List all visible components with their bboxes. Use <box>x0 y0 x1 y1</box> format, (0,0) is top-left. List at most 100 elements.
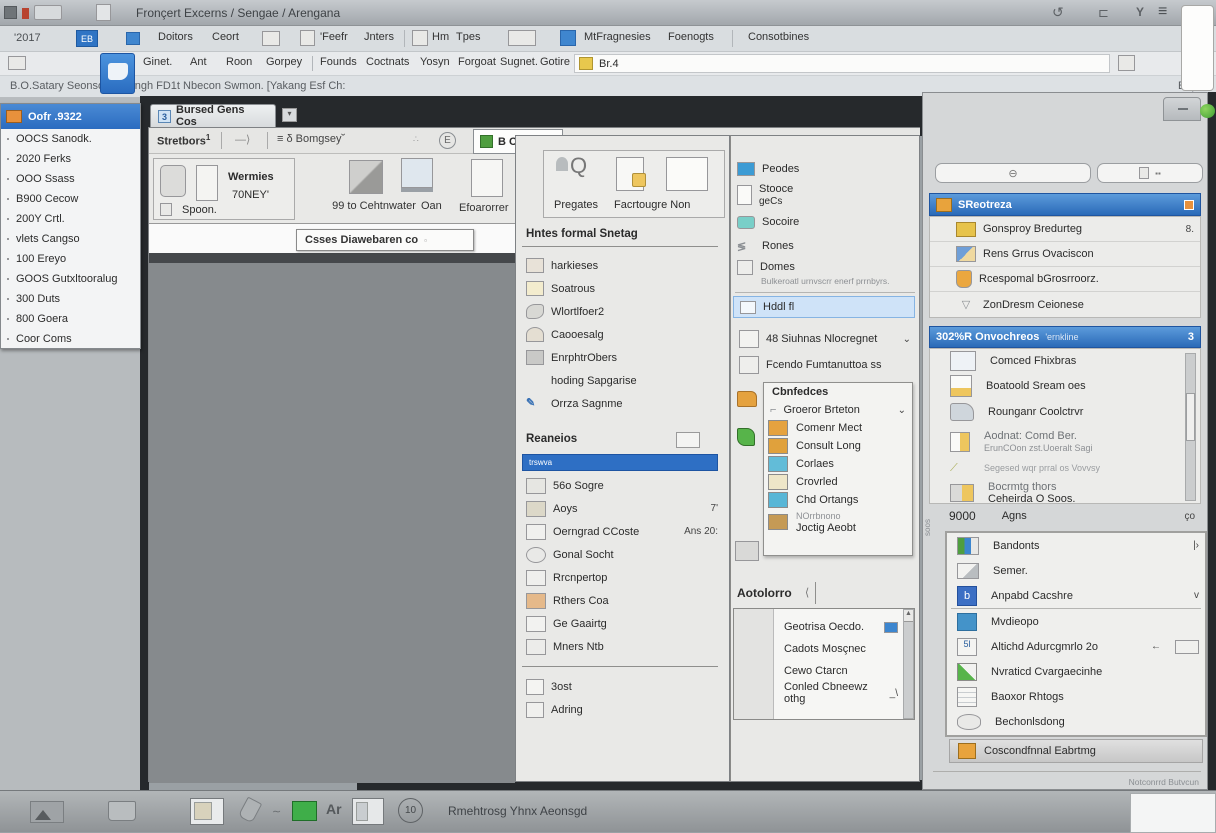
app-grid-icon[interactable] <box>4 6 17 19</box>
list-item[interactable]: 3ost <box>520 676 720 698</box>
group2-item[interactable]: Comced Fhixbras <box>930 349 1200 373</box>
group2-item[interactable]: Boatoold Sream oes› <box>930 373 1200 399</box>
color-option[interactable]: Comenr Mect <box>764 419 912 437</box>
menu-item[interactable]: Consotbines <box>748 31 809 43</box>
selected-option[interactable]: Hddl fl <box>733 296 915 318</box>
tray-box[interactable] <box>1130 793 1216 833</box>
search-field[interactable]: ⊖ <box>935 163 1091 183</box>
list-item[interactable]: 56o Sogre <box>520 474 724 497</box>
menu-icon[interactable]: ≡ <box>1158 3 1167 21</box>
group2-header[interactable]: 302%R Onvochreos 'ernkline 3 <box>929 326 1201 348</box>
color-option[interactable]: Consult Long <box>764 437 912 455</box>
ribbon-item[interactable]: Forgoat <box>458 56 496 68</box>
formula-bar[interactable]: Br.4 <box>574 54 1110 73</box>
scrollbar[interactable]: ▲ <box>903 609 914 719</box>
group3-item[interactable]: Baoxor Rhtogs <box>947 684 1205 709</box>
dropdown-select[interactable]: ⌐Groeror Brteton⌄ <box>764 401 912 419</box>
group1-item[interactable]: Rcespomal bGrosrroorz. <box>930 267 1200 292</box>
option-item[interactable]: Peodes <box>731 158 919 180</box>
redo-icon[interactable]: ⊏ <box>1098 5 1109 21</box>
list-item[interactable]: Wlortlfoer2 <box>520 300 720 323</box>
table-app-icon[interactable] <box>352 798 384 825</box>
green-app-icon[interactable] <box>292 801 317 821</box>
page-turn-icon[interactable] <box>349 160 383 194</box>
bag-icon[interactable] <box>160 165 186 197</box>
menu-item[interactable]: Foenogts <box>668 31 714 43</box>
list-item[interactable]: ✎Orrza Sagnme <box>520 392 720 415</box>
group3-item[interactable]: Bandonts|› <box>947 533 1205 558</box>
sheet-canvas[interactable] <box>149 263 515 783</box>
calc-icon[interactable] <box>1118 55 1135 71</box>
sidebar-item[interactable]: 2020 Ferks <box>1 149 140 169</box>
group3-item[interactable]: bAnpabd Cacshrev <box>947 583 1205 608</box>
ribbon-item[interactable]: Sugnet. <box>500 56 538 68</box>
list-item[interactable]: harkieses <box>520 254 720 277</box>
menu-item[interactable]: Jnters <box>364 31 394 43</box>
ribbon-item[interactable]: Ginet. <box>143 56 172 68</box>
list-item[interactable]: Gonal Socht <box>520 543 724 566</box>
sidebar-item[interactable]: OOCS Sanodk. <box>1 129 140 149</box>
clipboard-icon[interactable] <box>8 56 26 70</box>
ribbon-item[interactable]: Ant <box>190 56 207 68</box>
ribbon-item[interactable]: Roon <box>226 56 252 68</box>
menu-item[interactable]: Hm <box>432 31 449 43</box>
minimize-button[interactable] <box>1163 97 1201 121</box>
undo-icon[interactable]: ↺ <box>1052 4 1064 21</box>
group3-item[interactable]: Mvdieopo <box>947 609 1205 634</box>
group1-header[interactable]: SReotreza <box>929 193 1201 216</box>
group2-item[interactable]: Rounganr Coolctrvr› <box>930 399 1200 425</box>
window-icon[interactable] <box>34 5 62 20</box>
menu-item[interactable]: Doitors <box>158 31 193 43</box>
sidebar-item[interactable]: vlets Cangso <box>1 229 140 249</box>
list-item[interactable]: Soatrous <box>520 277 720 300</box>
sidebar-item[interactable]: 100 Ereyo <box>1 249 140 269</box>
group3-item[interactable]: Bechonlsdong <box>947 709 1205 734</box>
printer-icon[interactable] <box>108 801 136 821</box>
color-option[interactable]: Crovrled <box>764 473 912 491</box>
checkbox-icon[interactable] <box>676 432 700 448</box>
document-tab[interactable]: 3 Bursed Gens Cos <box>150 104 276 127</box>
group2-item[interactable]: ⟋Segesed wqr prral os Vovvsy <box>930 459 1200 477</box>
option-item[interactable]: Socoire <box>731 210 919 234</box>
group3-item[interactable]: Nvraticd Cvargaecinhe <box>947 659 1205 684</box>
list-item[interactable]: Aoys7' <box>520 497 724 520</box>
group1-item[interactable]: Gonsproy Bredurteg8. <box>930 217 1200 242</box>
option-item[interactable]: Domes <box>731 258 919 276</box>
ribbon-item[interactable]: Gotire <box>540 56 570 68</box>
option-item[interactable]: 48 Siuhnas Nlocregnet⌄ <box>733 326 917 352</box>
list-item[interactable]: Adring <box>520 699 720 721</box>
photo-icon[interactable] <box>30 801 64 823</box>
cabinet-icon[interactable] <box>196 165 218 201</box>
scroll-up-icon[interactable]: ▲ <box>904 610 913 622</box>
selected-row[interactable]: trswva <box>522 454 718 471</box>
sidebar-item[interactable]: B900 Cecow <box>1 189 140 209</box>
color-option[interactable]: NOrrbnonoJoctig Aeobt <box>764 509 912 535</box>
listbox-item[interactable]: Conled Cbneewz othg_\ <box>778 683 904 703</box>
agns-row[interactable]: 9000Agnsço <box>929 505 1201 527</box>
filter-icon[interactable]: Y <box>1136 5 1144 19</box>
lined-doc-icon[interactable] <box>471 159 503 197</box>
list-item[interactable]: Caooesalg <box>520 323 720 346</box>
sidebar-item[interactable]: 300 Duts <box>1 289 140 309</box>
ribbon-item[interactable]: Gorpey <box>266 56 302 68</box>
dash-icon[interactable]: —⟩ <box>235 133 250 146</box>
circle-e-icon[interactable]: E <box>439 132 456 149</box>
list-item[interactable]: Ge Gaairtg <box>520 612 724 635</box>
listbox-item[interactable]: Cadots Mosçnec <box>778 639 904 659</box>
listbox-item[interactable]: Cewo Ctarcn <box>778 661 904 681</box>
conditional-formatting-row[interactable]: Coscondfnnal Eabrtmg <box>949 739 1203 763</box>
search-icon[interactable]: Q <box>570 153 587 179</box>
list-item[interactable]: Mners Ntb <box>520 635 724 658</box>
color-option[interactable]: Chd Ortangs <box>764 491 912 509</box>
sidebar-item[interactable]: 200Y Crtl. <box>1 209 140 229</box>
sidebar-item[interactable]: Coor Coms <box>1 329 140 349</box>
menu-item[interactable]: Tpes <box>456 31 480 43</box>
option-item[interactable]: ≶Rones <box>731 234 919 258</box>
brush-icon[interactable] <box>238 797 262 824</box>
list-item[interactable]: EnrphtrObers <box>520 346 720 369</box>
toolbar-tab-label[interactable]: Stretbors1 <box>157 133 210 148</box>
options-icon[interactable] <box>560 30 576 46</box>
list-item[interactable]: Rrcnpertop <box>520 566 724 589</box>
monitor-icon[interactable] <box>401 158 433 188</box>
panes-icon[interactable] <box>508 30 536 46</box>
